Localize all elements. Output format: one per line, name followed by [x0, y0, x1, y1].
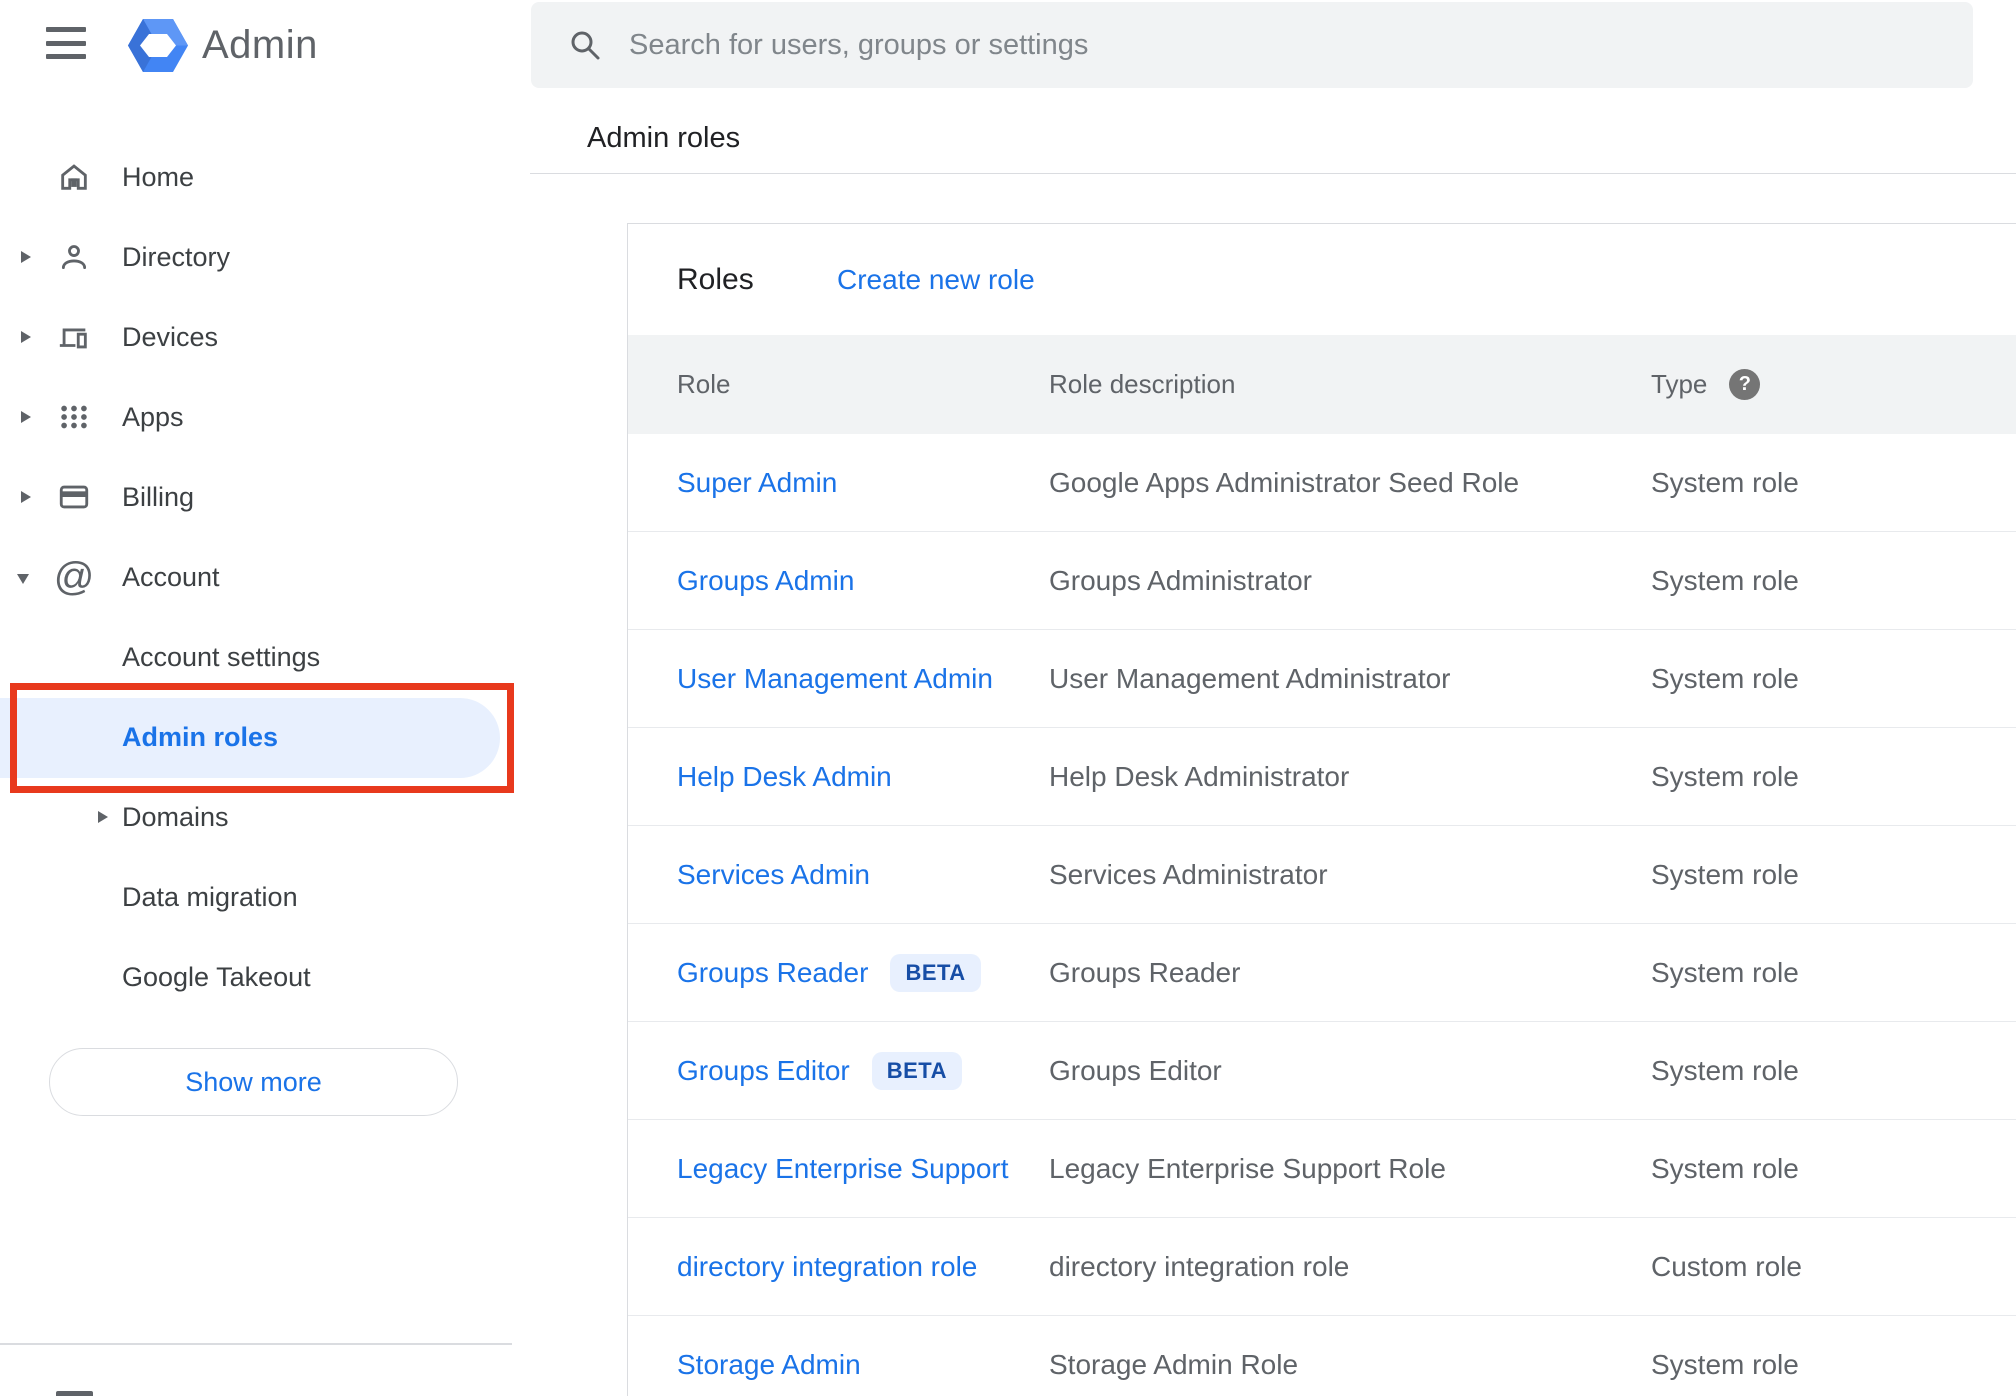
table-row: User Management Admin User Management Ad… — [628, 630, 2016, 728]
role-description: Google Apps Administrator Seed Role — [1049, 466, 1520, 498]
role-description: Groups Reader — [1049, 956, 1241, 988]
role-description: Groups Editor — [1049, 1054, 1222, 1086]
column-header-type: Type ? — [1651, 335, 1761, 434]
table-row: Groups Reader BETA Groups Reader System … — [628, 924, 2016, 1022]
devices-icon — [56, 319, 92, 355]
roles-card: Roles Create new role Role Role descript… — [627, 223, 2016, 1396]
search-input[interactable] — [629, 28, 1943, 62]
partial-bottom-icon — [56, 1391, 93, 1396]
sidebar-nav: Home Directory Devices Apps Billing @ Ac… — [0, 0, 530, 1396]
role-link[interactable]: Super Admin — [677, 467, 837, 499]
sidebar-item-label: Account settings — [122, 642, 321, 672]
role-description: User Management Administrator — [1049, 662, 1451, 694]
role-link[interactable]: Services Admin — [677, 859, 870, 891]
role-type: System role — [1651, 662, 1799, 694]
apps-grid-icon — [56, 399, 92, 435]
role-type: System role — [1651, 1054, 1799, 1086]
role-description: Help Desk Administrator — [1049, 760, 1350, 792]
person-icon — [56, 239, 92, 275]
breadcrumb: Admin roles — [587, 122, 741, 154]
sidebar-item-account[interactable]: @ Account — [0, 537, 530, 617]
role-description: Services Administrator — [1049, 858, 1328, 890]
sidebar-item-account-settings[interactable]: Account settings — [0, 617, 530, 697]
role-link[interactable]: Groups Editor — [677, 1055, 850, 1087]
role-type: Custom role — [1651, 1250, 1802, 1282]
role-description: Groups Administrator — [1049, 564, 1312, 596]
role-type: System role — [1651, 956, 1799, 988]
credit-card-icon — [56, 479, 92, 515]
sidebar-item-label: Apps — [122, 402, 184, 432]
sidebar-item-label: Devices — [122, 322, 219, 352]
beta-badge: BETA — [871, 1051, 963, 1090]
column-header-role: Role — [677, 369, 731, 399]
expand-arrow-icon[interactable] — [98, 811, 108, 823]
sidebar-item-label: Domains — [122, 802, 229, 832]
role-description: directory integration role — [1049, 1250, 1350, 1282]
sidebar-item-label: Account — [122, 562, 220, 592]
column-header-description: Role description — [1049, 369, 1236, 399]
sidebar-item-admin-roles[interactable]: Admin roles — [0, 697, 530, 777]
table-row: Storage Admin Storage Admin Role System … — [628, 1316, 2016, 1396]
table-row: Groups Admin Groups Administrator System… — [628, 532, 2016, 630]
sidebar-item-devices[interactable]: Devices — [0, 297, 530, 377]
sidebar-item-data-migration[interactable]: Data migration — [0, 857, 530, 937]
search-icon — [571, 31, 600, 60]
role-type: System role — [1651, 760, 1799, 792]
column-header-type-label: Type — [1651, 369, 1708, 399]
expand-arrow-icon[interactable] — [21, 251, 31, 263]
table-row: Services Admin Services Administrator Sy… — [628, 826, 2016, 924]
home-icon — [56, 159, 92, 195]
sidebar-item-apps[interactable]: Apps — [0, 377, 530, 457]
header-divider — [530, 173, 2016, 174]
sidebar-item-label: Directory — [122, 242, 231, 272]
role-type: System role — [1651, 466, 1799, 498]
table-row: Groups Editor BETA Groups Editor System … — [628, 1022, 2016, 1120]
table-row: Super Admin Google Apps Administrator Se… — [628, 434, 2016, 532]
table-header-row: Role Role description Type ? — [628, 335, 2016, 434]
show-more-button[interactable]: Show more — [49, 1048, 458, 1116]
table-row: Help Desk Admin Help Desk Administrator … — [628, 728, 2016, 826]
collapse-arrow-icon[interactable] — [17, 574, 29, 584]
beta-badge: BETA — [890, 953, 981, 992]
search-bar[interactable] — [531, 2, 1973, 88]
at-sign-icon: @ — [53, 555, 95, 599]
sidebar-item-label: Home — [122, 162, 195, 192]
role-description: Storage Admin Role — [1049, 1348, 1299, 1380]
sidebar-item-label: Data migration — [122, 882, 298, 912]
role-link[interactable]: Groups Admin — [677, 565, 854, 597]
role-link[interactable]: directory integration role — [677, 1251, 977, 1283]
sidebar-item-label: Admin roles — [122, 722, 279, 752]
role-link[interactable]: Help Desk Admin — [677, 761, 892, 793]
roles-card-header: Roles Create new role — [628, 224, 2016, 335]
role-type: System role — [1651, 564, 1799, 596]
role-type: System role — [1651, 858, 1799, 890]
card-title: Roles — [677, 263, 754, 296]
role-type: System role — [1651, 1152, 1799, 1184]
role-link[interactable]: Storage Admin — [677, 1349, 861, 1381]
role-type: System role — [1651, 1348, 1799, 1380]
role-link[interactable]: Groups Reader — [677, 957, 868, 989]
sidebar-item-label: Google Takeout — [122, 962, 311, 992]
sidebar-divider — [0, 1343, 512, 1345]
sidebar-item-directory[interactable]: Directory — [0, 217, 530, 297]
expand-arrow-icon[interactable] — [21, 331, 31, 343]
sidebar-item-domains[interactable]: Domains — [0, 777, 530, 857]
expand-arrow-icon[interactable] — [21, 411, 31, 423]
expand-arrow-icon[interactable] — [21, 491, 31, 503]
table-row: Legacy Enterprise Support Legacy Enterpr… — [628, 1120, 2016, 1218]
sidebar-item-google-takeout[interactable]: Google Takeout — [0, 937, 530, 1017]
help-icon[interactable]: ? — [1729, 369, 1761, 400]
sidebar-item-billing[interactable]: Billing — [0, 457, 530, 537]
sidebar-item-label: Billing — [122, 482, 195, 512]
role-link[interactable]: User Management Admin — [677, 663, 993, 695]
admin-console-page: Admin Admin roles Home Directory — [0, 0, 2016, 1396]
role-description: Legacy Enterprise Support Role — [1049, 1152, 1446, 1184]
sidebar-item-home[interactable]: Home — [0, 137, 530, 217]
role-link[interactable]: Legacy Enterprise Support — [677, 1153, 1009, 1185]
create-new-role-link[interactable]: Create new role — [837, 224, 1035, 335]
table-row: directory integration role directory int… — [628, 1218, 2016, 1316]
